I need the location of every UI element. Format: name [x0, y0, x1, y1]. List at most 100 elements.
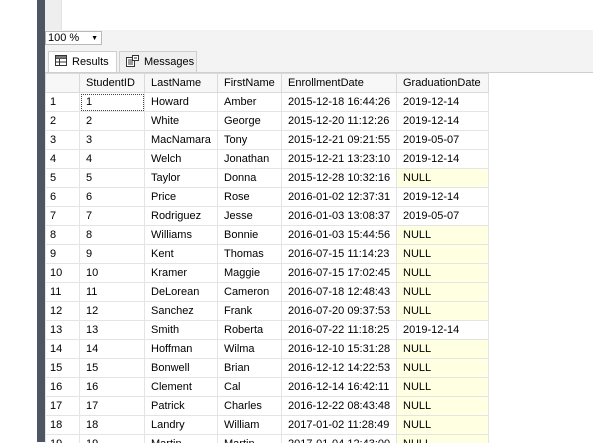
row-number[interactable]: 16: [46, 378, 80, 397]
table-cell[interactable]: Welch: [145, 150, 218, 169]
row-number-header[interactable]: [46, 74, 80, 93]
table-cell[interactable]: Tony: [218, 131, 282, 150]
table-cell[interactable]: NULL: [397, 397, 489, 416]
table-cell[interactable]: 2016-12-12 14:22:53: [282, 359, 397, 378]
table-cell[interactable]: MacNamara: [145, 131, 218, 150]
table-cell[interactable]: 7: [80, 207, 145, 226]
table-row[interactable]: 1515BonwellBrian2016-12-12 14:22:53NULL: [46, 359, 489, 378]
table-cell[interactable]: NULL: [397, 283, 489, 302]
table-cell[interactable]: 4: [80, 150, 145, 169]
table-cell[interactable]: 2015-12-21 09:21:55: [282, 131, 397, 150]
column-header[interactable]: EnrollmentDate: [282, 74, 397, 93]
results-grid[interactable]: StudentID LastName FirstName EnrollmentD…: [45, 72, 593, 443]
table-cell[interactable]: George: [218, 112, 282, 131]
table-cell[interactable]: White: [145, 112, 218, 131]
table-cell[interactable]: Price: [145, 188, 218, 207]
table-cell[interactable]: 2016-12-22 08:43:48: [282, 397, 397, 416]
table-cell[interactable]: 13: [80, 321, 145, 340]
table-cell[interactable]: Williams: [145, 226, 218, 245]
table-cell[interactable]: 12: [80, 302, 145, 321]
table-cell[interactable]: 16: [80, 378, 145, 397]
table-cell[interactable]: 2016-01-03 15:44:56: [282, 226, 397, 245]
table-cell[interactable]: Cameron: [218, 283, 282, 302]
table-cell[interactable]: 18: [80, 416, 145, 435]
table-row[interactable]: 88WilliamsBonnie2016-01-03 15:44:56NULL: [46, 226, 489, 245]
table-cell[interactable]: NULL: [397, 169, 489, 188]
row-number[interactable]: 3: [46, 131, 80, 150]
table-cell[interactable]: Thomas: [218, 245, 282, 264]
row-number[interactable]: 18: [46, 416, 80, 435]
table-cell[interactable]: 9: [80, 245, 145, 264]
row-number[interactable]: 11: [46, 283, 80, 302]
table-cell[interactable]: 5: [80, 169, 145, 188]
table-cell[interactable]: Frank: [218, 302, 282, 321]
table-cell[interactable]: Rose: [218, 188, 282, 207]
table-cell[interactable]: NULL: [397, 416, 489, 435]
splitter[interactable]: [37, 0, 45, 442]
table-row[interactable]: 44WelchJonathan2015-12-21 13:23:102019-1…: [46, 150, 489, 169]
table-cell[interactable]: NULL: [397, 359, 489, 378]
column-header[interactable]: FirstName: [218, 74, 282, 93]
column-header[interactable]: GraduationDate: [397, 74, 489, 93]
row-number[interactable]: 13: [46, 321, 80, 340]
table-cell[interactable]: 2015-12-18 16:44:26: [282, 93, 397, 112]
table-row[interactable]: 22WhiteGeorge2015-12-20 11:12:262019-12-…: [46, 112, 489, 131]
table-row[interactable]: 55TaylorDonna2015-12-28 10:32:16NULL: [46, 169, 489, 188]
table-cell[interactable]: Kramer: [145, 264, 218, 283]
column-header[interactable]: LastName: [145, 74, 218, 93]
table-cell[interactable]: 6: [80, 188, 145, 207]
row-number[interactable]: 2: [46, 112, 80, 131]
query-editor[interactable]: [45, 0, 593, 30]
table-cell[interactable]: 2019-05-07: [397, 131, 489, 150]
tab-results[interactable]: Results: [48, 51, 117, 72]
table-cell[interactable]: 2015-12-20 11:12:26: [282, 112, 397, 131]
table-row[interactable]: 1313SmithRoberta2016-07-22 11:18:252019-…: [46, 321, 489, 340]
table-cell[interactable]: NULL: [397, 340, 489, 359]
row-number[interactable]: 12: [46, 302, 80, 321]
row-number[interactable]: 15: [46, 359, 80, 378]
table-cell[interactable]: Amber: [218, 93, 282, 112]
table-cell[interactable]: Hoffman: [145, 340, 218, 359]
tab-messages[interactable]: Messages: [119, 51, 197, 72]
table-cell[interactable]: Charles: [218, 397, 282, 416]
row-number[interactable]: 1: [46, 93, 80, 112]
table-cell[interactable]: 15: [80, 359, 145, 378]
table-cell[interactable]: NULL: [397, 378, 489, 397]
table-row[interactable]: 33MacNamaraTony2015-12-21 09:21:552019-0…: [46, 131, 489, 150]
table-cell[interactable]: 2017-01-02 11:28:49: [282, 416, 397, 435]
table-cell[interactable]: Sanchez: [145, 302, 218, 321]
row-number[interactable]: 8: [46, 226, 80, 245]
table-cell[interactable]: NULL: [397, 302, 489, 321]
table-cell[interactable]: Brian: [218, 359, 282, 378]
table-cell[interactable]: 1: [80, 93, 145, 112]
row-number[interactable]: 9: [46, 245, 80, 264]
table-row[interactable]: 1212SanchezFrank2016-07-20 09:37:53NULL: [46, 302, 489, 321]
table-cell[interactable]: 2019-05-07: [397, 207, 489, 226]
table-cell[interactable]: Wilma: [218, 340, 282, 359]
table-cell[interactable]: 2016-01-02 12:37:31: [282, 188, 397, 207]
table-cell[interactable]: Kent: [145, 245, 218, 264]
table-row[interactable]: 1818LandryWilliam2017-01-02 11:28:49NULL: [46, 416, 489, 435]
row-number[interactable]: 5: [46, 169, 80, 188]
table-cell[interactable]: Patrick: [145, 397, 218, 416]
table-cell[interactable]: 14: [80, 340, 145, 359]
table-cell[interactable]: Jonathan: [218, 150, 282, 169]
table-row[interactable]: 99KentThomas2016-07-15 11:14:23NULL: [46, 245, 489, 264]
table-cell[interactable]: 2019-12-14: [397, 112, 489, 131]
zoom-dropdown[interactable]: 100 % ▼: [45, 31, 102, 45]
table-cell[interactable]: NULL: [397, 226, 489, 245]
table-cell[interactable]: 2016-07-22 11:18:25: [282, 321, 397, 340]
table-row[interactable]: 1414HoffmanWilma2016-12-10 15:31:28NULL: [46, 340, 489, 359]
column-header[interactable]: StudentID: [80, 74, 145, 93]
table-cell[interactable]: Taylor: [145, 169, 218, 188]
chevron-down-icon[interactable]: ▼: [91, 33, 98, 45]
table-row[interactable]: 66PriceRose2016-01-02 12:37:312019-12-14: [46, 188, 489, 207]
table-cell[interactable]: NULL: [397, 264, 489, 283]
table-cell[interactable]: 2016-12-10 15:31:28: [282, 340, 397, 359]
table-cell[interactable]: 11: [80, 283, 145, 302]
table-cell[interactable]: 2016-07-18 12:48:43: [282, 283, 397, 302]
row-number[interactable]: 7: [46, 207, 80, 226]
table-row[interactable]: 1717PatrickCharles2016-12-22 08:43:48NUL…: [46, 397, 489, 416]
table-row[interactable]: 11HowardAmber2015-12-18 16:44:262019-12-…: [46, 93, 489, 112]
table-cell[interactable]: 2019-12-14: [397, 93, 489, 112]
